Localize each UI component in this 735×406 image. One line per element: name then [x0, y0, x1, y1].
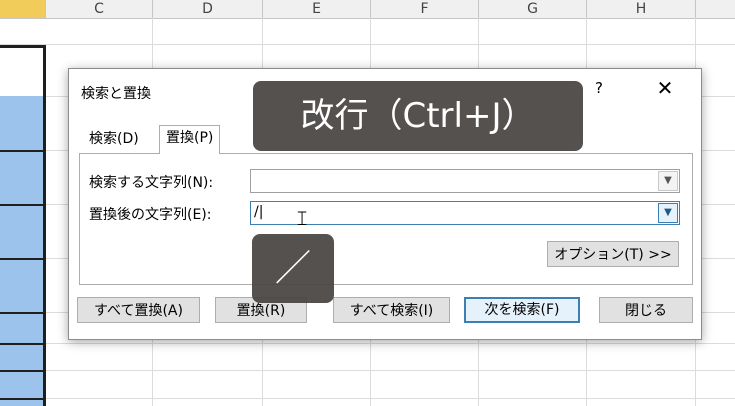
chevron-down-icon[interactable]: ▼ — [658, 171, 678, 191]
selected-range[interactable] — [0, 96, 43, 406]
slash-caption-overlay: ／ — [252, 234, 334, 303]
cell-border — [0, 343, 43, 345]
column-header-h[interactable]: H — [587, 0, 696, 18]
cell-border — [0, 398, 43, 400]
options-button[interactable]: オプション(T) >> — [547, 241, 679, 267]
cell-border-thick — [0, 45, 46, 48]
gridline — [0, 343, 735, 344]
column-header-c[interactable]: C — [46, 0, 153, 18]
close-button[interactable]: 閉じる — [599, 297, 693, 323]
gridline — [0, 44, 735, 45]
help-icon[interactable]: ? — [591, 79, 607, 97]
replace-all-button[interactable]: すべて置換(A) — [77, 297, 200, 323]
find-next-button[interactable]: 次を検索(F) — [464, 297, 580, 323]
replace-with-value[interactable]: /| — [254, 204, 263, 220]
gridline — [0, 370, 735, 371]
cell-border-thick — [43, 45, 46, 406]
column-header-row: C D E F G H — [0, 0, 735, 19]
find-all-button[interactable]: すべて検索(I) — [333, 297, 450, 323]
column-header-f[interactable]: F — [371, 0, 479, 18]
dialog-title: 検索と置換 — [81, 86, 151, 102]
gridline — [0, 398, 735, 399]
find-what-combobox[interactable]: ▼ — [250, 169, 680, 193]
column-header-b-selected[interactable] — [0, 0, 46, 18]
cell-border — [0, 150, 43, 152]
tab-replace[interactable]: 置換(P) — [159, 125, 221, 154]
column-header-d[interactable]: D — [153, 0, 263, 18]
replace-with-combobox[interactable]: /| ▼ — [250, 201, 680, 225]
tab-find[interactable]: 検索(D) — [83, 127, 145, 151]
replace-with-label: 置換後の文字列(E): — [89, 207, 212, 223]
close-icon[interactable]: ✕ — [654, 77, 676, 99]
shortcut-caption-overlay: 改行（Ctrl+J） — [253, 81, 583, 151]
cell-border — [0, 370, 43, 372]
cell-border — [0, 204, 43, 206]
selected-cell-white[interactable] — [0, 48, 43, 96]
text-cursor-icon: 𝙸 — [295, 206, 310, 230]
column-header-g[interactable]: G — [479, 0, 587, 18]
cell-border — [0, 258, 43, 260]
column-header-e[interactable]: E — [263, 0, 371, 18]
cell-border — [0, 312, 43, 314]
find-what-label: 検索する文字列(N): — [89, 175, 214, 191]
chevron-down-icon[interactable]: ▼ — [658, 203, 678, 223]
